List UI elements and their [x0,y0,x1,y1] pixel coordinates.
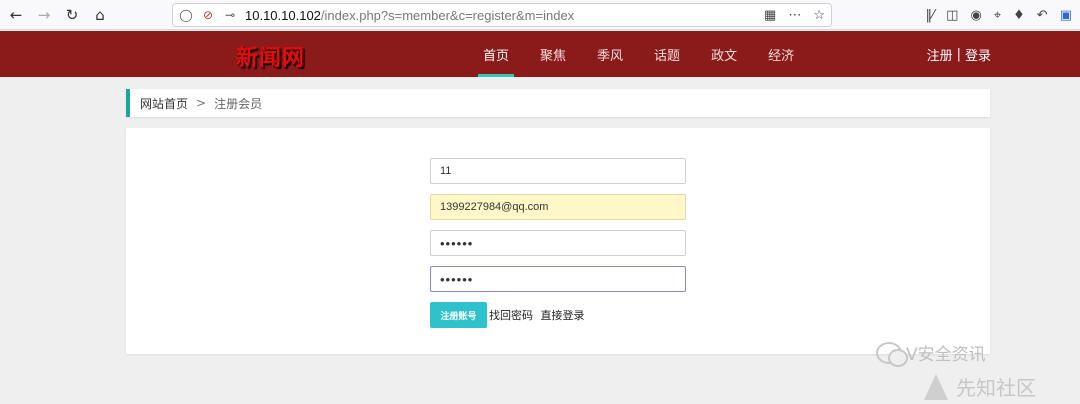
confirm-password-input[interactable] [430,266,686,292]
shield-icon[interactable]: ◯ [177,8,195,22]
chat-icon[interactable]: ♦ [1013,8,1025,23]
account-icon[interactable]: ◉ [970,8,981,23]
xianzhi-logo-icon [920,373,948,400]
breadcrumb: 网站首页 > 注册会员 [126,89,990,117]
forgot-password-link[interactable]: 找回密码 [489,309,533,322]
form-links: 找回密码 直接登录 [489,307,585,323]
main-nav: 首页 聚焦 季风 话题 政文 经济 [474,31,816,77]
breadcrumb-home[interactable]: 网站首页 [140,95,188,112]
qr-code-icon[interactable]: ▦ [764,7,776,23]
forward-icon[interactable]: → [32,3,56,27]
wechat-logo-icon [876,341,908,367]
auth-separator: | [956,46,961,62]
nav-item-focus[interactable]: 聚焦 [531,31,575,77]
site-header: 新闻网 首页 聚焦 季风 话题 政文 经济 注册 | 登录 [0,31,1080,77]
insecure-lock-icon[interactable]: ⊘ [199,8,217,22]
undo-icon[interactable]: ↶ [1037,8,1048,23]
library-icon[interactable]: ‖⁄ [926,8,935,23]
reload-icon[interactable]: ↻ [60,3,84,27]
nav-item-economy[interactable]: 经济 [759,31,803,77]
direct-login-link[interactable]: 直接登录 [541,309,585,322]
auth-links: 注册 | 登录 [927,31,991,77]
address-bar[interactable]: ◯ ⊘ ⊸ 10.10.10.102/index.php?s=member&c=… [172,3,832,27]
password-input[interactable] [430,230,686,256]
site-watermark: 先知社区 [920,372,1036,401]
register-link[interactable]: 注册 [927,45,953,64]
sidebar-icon[interactable]: ◫ [946,8,958,23]
nav-item-politics[interactable]: 政文 [702,31,746,77]
wechat-watermark-text: V安全资讯 [906,345,986,365]
browser-toolbar: ← → ↻ ⌂ ◯ ⊘ ⊸ 10.10.10.102/index.php?s=m… [0,0,1080,30]
username-input[interactable] [430,158,686,184]
register-button[interactable]: 注册账号 [430,302,487,328]
site-watermark-text: 先知社区 [956,376,1036,400]
nav-item-home[interactable]: 首页 [474,31,518,77]
extension-icon[interactable]: ▣ [1060,8,1072,23]
more-icon[interactable]: ⋯ [788,7,801,23]
email-input[interactable] [430,194,686,220]
url-text[interactable]: 10.10.10.102/index.php?s=member&c=regist… [245,8,574,23]
register-form-card: 注册账号 找回密码 直接登录 [126,128,990,354]
url-path: /index.php?s=member&c=register&m=index [320,7,575,23]
key-icon[interactable]: ⊸ [221,8,239,22]
breadcrumb-separator: > [196,96,207,110]
nav-item-topics[interactable]: 话题 [645,31,689,77]
back-icon[interactable]: ← [4,3,28,27]
home-icon[interactable]: ⌂ [88,3,112,27]
breadcrumb-current: 注册会员 [214,96,263,111]
bookmark-star-icon[interactable]: ☆ [813,7,825,23]
screenshot-icon[interactable]: ⌖ [994,8,1001,23]
wechat-watermark: V安全资讯 [876,340,986,367]
browser-toolbar-right: ‖⁄ ◫ ◉ ⌖ ♦ ↶ ▣ [926,3,1073,27]
url-host: 10.10.10.102 [245,7,321,23]
address-bar-actions: ▦ ⋯ ☆ [764,4,825,26]
site-logo[interactable]: 新闻网 [236,40,305,72]
login-link[interactable]: 登录 [965,45,991,64]
nav-item-monsoon[interactable]: 季风 [588,31,632,77]
